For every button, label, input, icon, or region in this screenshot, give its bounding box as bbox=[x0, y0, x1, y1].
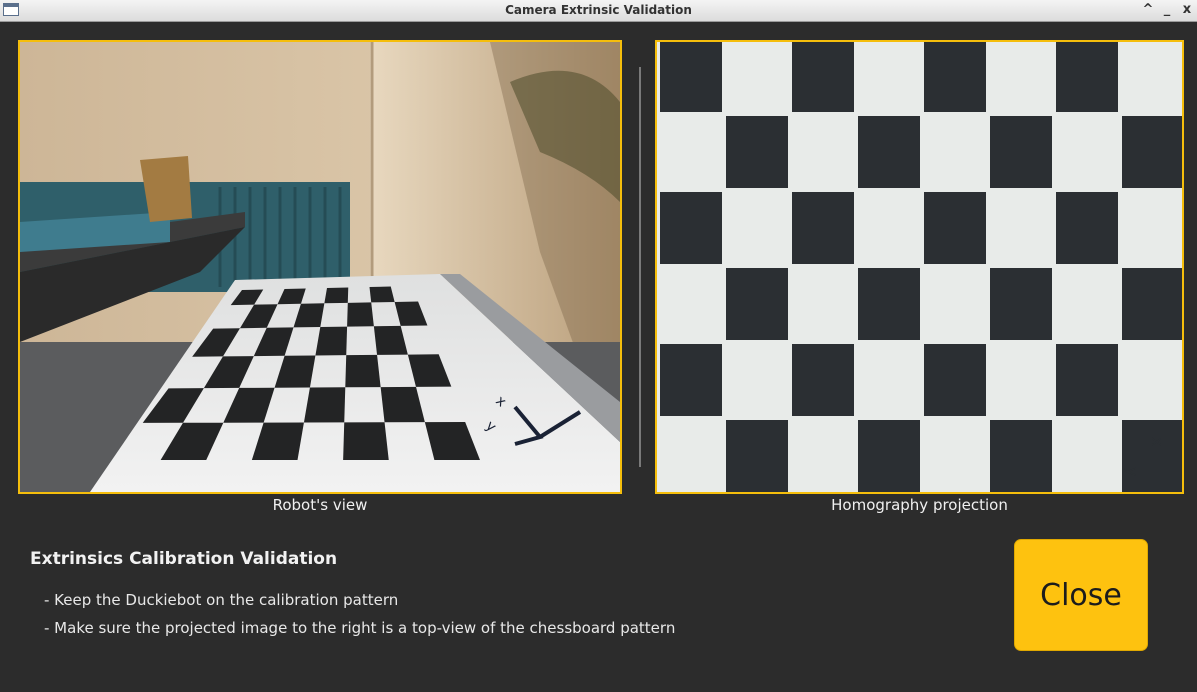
panel-divider bbox=[639, 67, 641, 467]
title-bar: Camera Extrinsic Validation ^ _ x bbox=[0, 0, 1197, 22]
svg-text:x: x bbox=[1148, 437, 1167, 446]
instruction-line-1: - Keep the Duckiebot on the calibration … bbox=[44, 591, 399, 609]
validation-heading: Extrinsics Calibration Validation bbox=[30, 549, 338, 569]
homography-projection-image: x y bbox=[655, 40, 1184, 494]
close-button[interactable]: Close bbox=[1014, 539, 1148, 651]
minimize-icon[interactable]: _ bbox=[1160, 2, 1174, 17]
svg-text:y: y bbox=[1123, 467, 1142, 476]
instruction-line-2: - Make sure the projected image to the r… bbox=[44, 619, 676, 637]
homography-scene: x y bbox=[657, 42, 1182, 492]
homography-caption: Homography projection bbox=[831, 496, 1008, 514]
maximize-icon[interactable]: ^ bbox=[1141, 2, 1155, 17]
robot-view-scene: x y bbox=[20, 42, 620, 492]
main-content: x y Robot's view x y Homography projecti… bbox=[0, 22, 1197, 692]
window-title: Camera Extrinsic Validation bbox=[505, 3, 692, 17]
robot-view-image: x y bbox=[18, 40, 622, 494]
close-window-icon[interactable]: x bbox=[1180, 2, 1194, 17]
robot-view-caption: Robot's view bbox=[272, 496, 368, 514]
